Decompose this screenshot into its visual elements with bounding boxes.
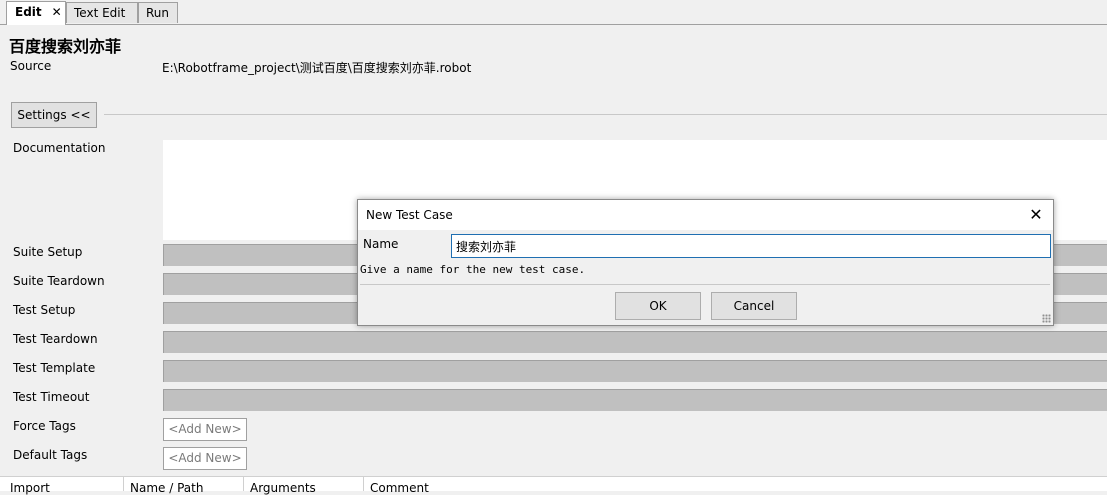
name-label: Name	[363, 237, 399, 251]
test-timeout-field[interactable]	[163, 389, 1107, 411]
force-tags-label: Force Tags	[13, 419, 76, 433]
source-path: E:\Robotframe_project\测试百度\百度搜索刘亦菲.robot	[162, 61, 472, 75]
tab-edit[interactable]: Edit ✕	[6, 1, 66, 25]
test-teardown-field[interactable]	[163, 331, 1107, 353]
tab-text-edit[interactable]: Text Edit	[66, 2, 138, 23]
editor-tab-strip: Edit ✕ Text Edit Run	[0, 0, 1107, 25]
column-name-path[interactable]: Name / Path	[130, 481, 203, 495]
resize-grip-icon[interactable]	[1042, 314, 1051, 323]
tab-edit-label: Edit	[15, 5, 42, 19]
import-table-header: Import Name / Path Arguments Comment	[0, 476, 1107, 495]
default-tags-add-new-button[interactable]: <Add New>	[163, 447, 247, 470]
test-teardown-label: Test Teardown	[13, 332, 98, 346]
column-comment[interactable]: Comment	[370, 481, 429, 495]
column-divider	[123, 477, 124, 491]
test-template-field[interactable]	[163, 360, 1107, 382]
dialog-divider	[360, 284, 1050, 285]
suite-title: 百度搜索刘亦菲	[9, 37, 122, 56]
ok-button[interactable]: OK	[615, 292, 701, 320]
column-import[interactable]: Import	[10, 481, 50, 495]
new-test-case-dialog: New Test Case ✕ Name Give a name for the…	[357, 199, 1054, 326]
column-arguments[interactable]: Arguments	[250, 481, 316, 495]
test-setup-label: Test Setup	[13, 303, 76, 317]
tab-text-edit-label: Text Edit	[74, 6, 126, 20]
test-timeout-label: Test Timeout	[13, 390, 90, 404]
dialog-titlebar[interactable]: New Test Case ✕	[358, 200, 1053, 230]
default-tags-label: Default Tags	[13, 448, 88, 462]
column-divider	[363, 477, 364, 491]
tab-run-label: Run	[146, 6, 170, 20]
test-template-label: Test Template	[13, 361, 96, 375]
cancel-button[interactable]: Cancel	[711, 292, 797, 320]
dialog-title: New Test Case	[366, 208, 453, 222]
settings-toggle-button[interactable]: Settings <<	[11, 102, 97, 128]
test-case-name-input[interactable]	[451, 234, 1051, 258]
force-tags-add-new-button[interactable]: <Add New>	[163, 418, 247, 441]
dialog-help-text: Give a name for the new test case.	[360, 263, 586, 276]
close-icon[interactable]: ✕	[52, 5, 62, 19]
suite-teardown-label: Suite Teardown	[13, 274, 105, 288]
settings-divider	[104, 114, 1107, 115]
source-label: Source	[10, 59, 52, 73]
tab-run[interactable]: Run	[138, 2, 178, 23]
documentation-label: Documentation	[13, 141, 106, 155]
column-divider	[243, 477, 244, 491]
suite-setup-label: Suite Setup	[13, 245, 83, 259]
close-icon[interactable]: ✕	[1025, 204, 1047, 226]
